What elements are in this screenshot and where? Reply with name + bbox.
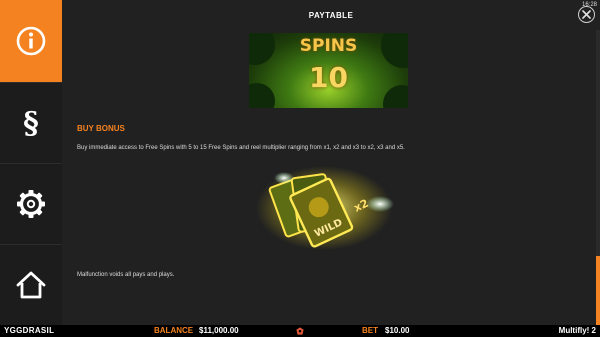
close-button[interactable] xyxy=(578,6,595,23)
page-title: PAYTABLE xyxy=(308,11,354,20)
balance-value: $11,000.00 xyxy=(199,326,239,335)
game-emblem-icon xyxy=(296,327,304,335)
balance-label: BALANCE xyxy=(154,326,194,335)
gear-icon xyxy=(17,190,45,218)
sparkle-effect xyxy=(366,196,394,212)
free-spins-count: 10 xyxy=(309,61,348,94)
bet-label: BET xyxy=(362,326,378,335)
close-icon xyxy=(582,10,591,19)
home-button[interactable] xyxy=(0,245,62,325)
wild-cards-illustration: WILD x2 xyxy=(256,166,394,250)
scrollbar-thumb[interactable] xyxy=(596,256,600,325)
settings-button[interactable] xyxy=(0,164,62,244)
sparkle-effect xyxy=(274,172,294,184)
section-icon: § xyxy=(23,105,39,141)
free-spins-label: SPINS xyxy=(299,36,358,56)
section-heading: BUY BONUS xyxy=(77,124,125,133)
game-name: Multifly! 2 xyxy=(558,326,596,335)
info-button[interactable] xyxy=(0,0,62,82)
sidebar: § xyxy=(0,0,62,325)
bet-value: $10.00 xyxy=(385,326,410,335)
brand-logo: YGGDRASIL xyxy=(4,326,55,335)
disclaimer-text: Malfunction voids all pays and plays. xyxy=(77,272,175,278)
rules-button[interactable]: § xyxy=(0,83,62,163)
free-spins-banner: SPINS 10 xyxy=(249,33,408,108)
home-icon xyxy=(16,271,46,299)
section-description: Buy immediate access to Free Spins with … xyxy=(77,145,405,151)
info-icon xyxy=(16,26,46,56)
